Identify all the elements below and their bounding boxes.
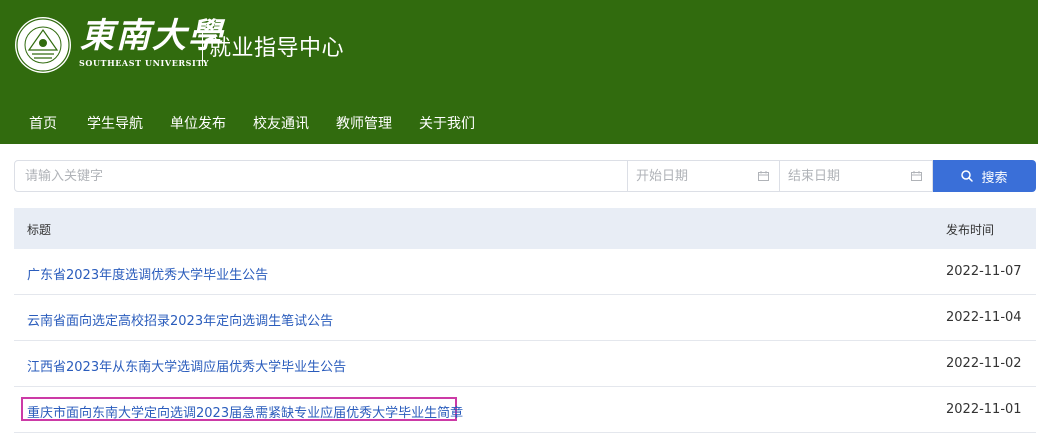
column-header-date: 发布时间 xyxy=(946,223,995,237)
site-header: 東南大學 SOUTHEAST UNIVERSITY 就业指导中心 首页 学生导航… xyxy=(0,0,1038,144)
university-english-name: SOUTHEAST UNIVERSITY xyxy=(79,58,210,68)
nav-item-teacher-admin[interactable]: 教师管理 xyxy=(336,115,392,133)
notice-date: 2022-11-02 xyxy=(946,356,1022,371)
main-nav: 首页 学生导航 单位发布 校友通讯 教师管理 关于我们 xyxy=(0,105,1038,144)
end-date-picker[interactable] xyxy=(780,160,933,192)
table-header: 标题 发布时间 xyxy=(14,208,1036,249)
notice-date: 2022-11-01 xyxy=(946,402,1022,417)
table-row: 云南省面向选定高校招录2023年定向选调生笔试公告 2022-11-04 xyxy=(14,295,1036,341)
notice-date: 2022-11-04 xyxy=(946,310,1022,325)
search-button-label: 搜索 xyxy=(981,170,1008,186)
end-date-input[interactable] xyxy=(780,161,932,191)
notice-title-link[interactable]: 云南省面向选定高校招录2023年定向选调生笔试公告 xyxy=(27,310,333,329)
site-title: 就业指导中心 xyxy=(209,36,345,61)
nav-item-student-guide[interactable]: 学生导航 xyxy=(87,115,143,133)
logo-divider xyxy=(202,32,203,66)
calendar-icon xyxy=(758,171,769,181)
nav-item-employer-post[interactable]: 单位发布 xyxy=(170,115,226,133)
table-row: 江西省2023年从东南大学选调应届优秀大学毕业生公告 2022-11-02 xyxy=(14,341,1036,387)
search-icon xyxy=(961,170,974,182)
nav-item-home[interactable]: 首页 xyxy=(29,115,57,133)
table-row: 广东省2023年度选调优秀大学毕业生公告 2022-11-07 xyxy=(14,249,1036,295)
start-date-input[interactable] xyxy=(628,161,779,191)
keyword-search-input[interactable] xyxy=(14,160,628,192)
university-seal-logo xyxy=(15,17,71,73)
table-row: 重庆市面向东南大学定向选调2023届急需紧缺专业应届优秀大学毕业生简章 2022… xyxy=(14,387,1036,433)
search-button[interactable]: 搜索 xyxy=(933,160,1036,192)
nav-item-alumni-news[interactable]: 校友通讯 xyxy=(253,115,309,133)
column-header-title: 标题 xyxy=(27,223,52,237)
notice-date: 2022-11-07 xyxy=(946,264,1022,279)
notice-title-link[interactable]: 广东省2023年度选调优秀大学毕业生公告 xyxy=(27,264,268,283)
calendar-icon xyxy=(911,171,922,181)
notice-title-link[interactable]: 重庆市面向东南大学定向选调2023届急需紧缺专业应届优秀大学毕业生简章 xyxy=(27,402,463,421)
notice-title-link[interactable]: 江西省2023年从东南大学选调应届优秀大学毕业生公告 xyxy=(27,356,346,375)
notice-table: 标题 发布时间 广东省2023年度选调优秀大学毕业生公告 2022-11-07 … xyxy=(14,208,1036,433)
start-date-picker[interactable] xyxy=(628,160,780,192)
nav-item-about-us[interactable]: 关于我们 xyxy=(419,115,475,133)
